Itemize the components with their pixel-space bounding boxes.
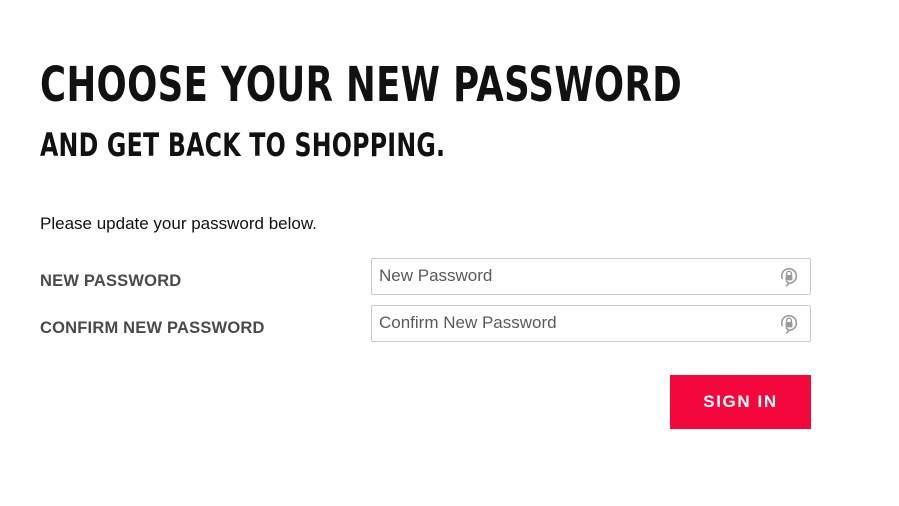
confirm-password-field [371,305,811,342]
page-title: CHOOSE YOUR NEW PASSWORD [40,57,683,113]
confirm-password-input[interactable] [372,306,774,340]
page-subtitle: AND GET BACK TO SHOPPING. [40,126,446,164]
confirm-password-label: CONFIRM NEW PASSWORD [40,319,265,337]
lock-icon[interactable] [778,312,800,334]
lock-icon[interactable] [778,265,800,287]
new-password-label: NEW PASSWORD [40,272,182,290]
new-password-field [371,258,811,295]
sign-in-button[interactable]: SIGN IN [670,375,811,429]
new-password-input[interactable] [372,259,774,293]
instructions-text: Please update your password below. [40,214,317,233]
